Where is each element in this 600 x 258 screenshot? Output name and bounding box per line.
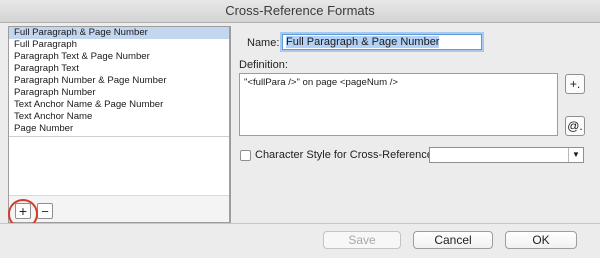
character-style-select[interactable]: ▼ [429, 147, 584, 163]
list-item[interactable]: Page Number [9, 123, 229, 135]
character-style-label: Character Style for Cross-Reference: [255, 149, 436, 161]
list-item[interactable]: Paragraph Number [9, 87, 229, 99]
panel-divider [230, 26, 231, 223]
insert-special-character-button[interactable]: @. [565, 116, 585, 136]
chevron-down-icon: ▼ [568, 148, 583, 162]
list-divider [9, 136, 229, 137]
name-field[interactable]: Full Paragraph & Page Number [282, 34, 482, 50]
list-item[interactable]: Paragraph Text [9, 63, 229, 75]
save-button[interactable]: Save [323, 231, 401, 249]
name-value: Full Paragraph & Page Number [286, 36, 440, 48]
format-list[interactable]: Full Paragraph & Page Number Full Paragr… [8, 26, 230, 223]
list-item[interactable]: Text Anchor Name & Page Number [9, 99, 229, 111]
insert-building-block-button[interactable]: +. [565, 74, 585, 94]
window-title: Cross-Reference Formats [0, 0, 600, 23]
definition-label: Definition: [239, 59, 288, 71]
definition-field[interactable]: "<fullPara />" on page <pageNum /> [239, 73, 558, 136]
cancel-button[interactable]: Cancel [413, 231, 493, 249]
remove-format-button[interactable]: − [37, 203, 53, 219]
list-item[interactable]: Full Paragraph & Page Number [9, 27, 229, 39]
list-item[interactable]: Full Paragraph [9, 39, 229, 51]
list-item[interactable]: Paragraph Text & Page Number [9, 51, 229, 63]
list-item[interactable]: Paragraph Number & Page Number [9, 75, 229, 87]
list-item[interactable]: Text Anchor Name [9, 111, 229, 123]
name-label: Name: [247, 37, 280, 49]
character-style-checkbox[interactable] [240, 150, 251, 161]
ok-button[interactable]: OK [505, 231, 577, 249]
